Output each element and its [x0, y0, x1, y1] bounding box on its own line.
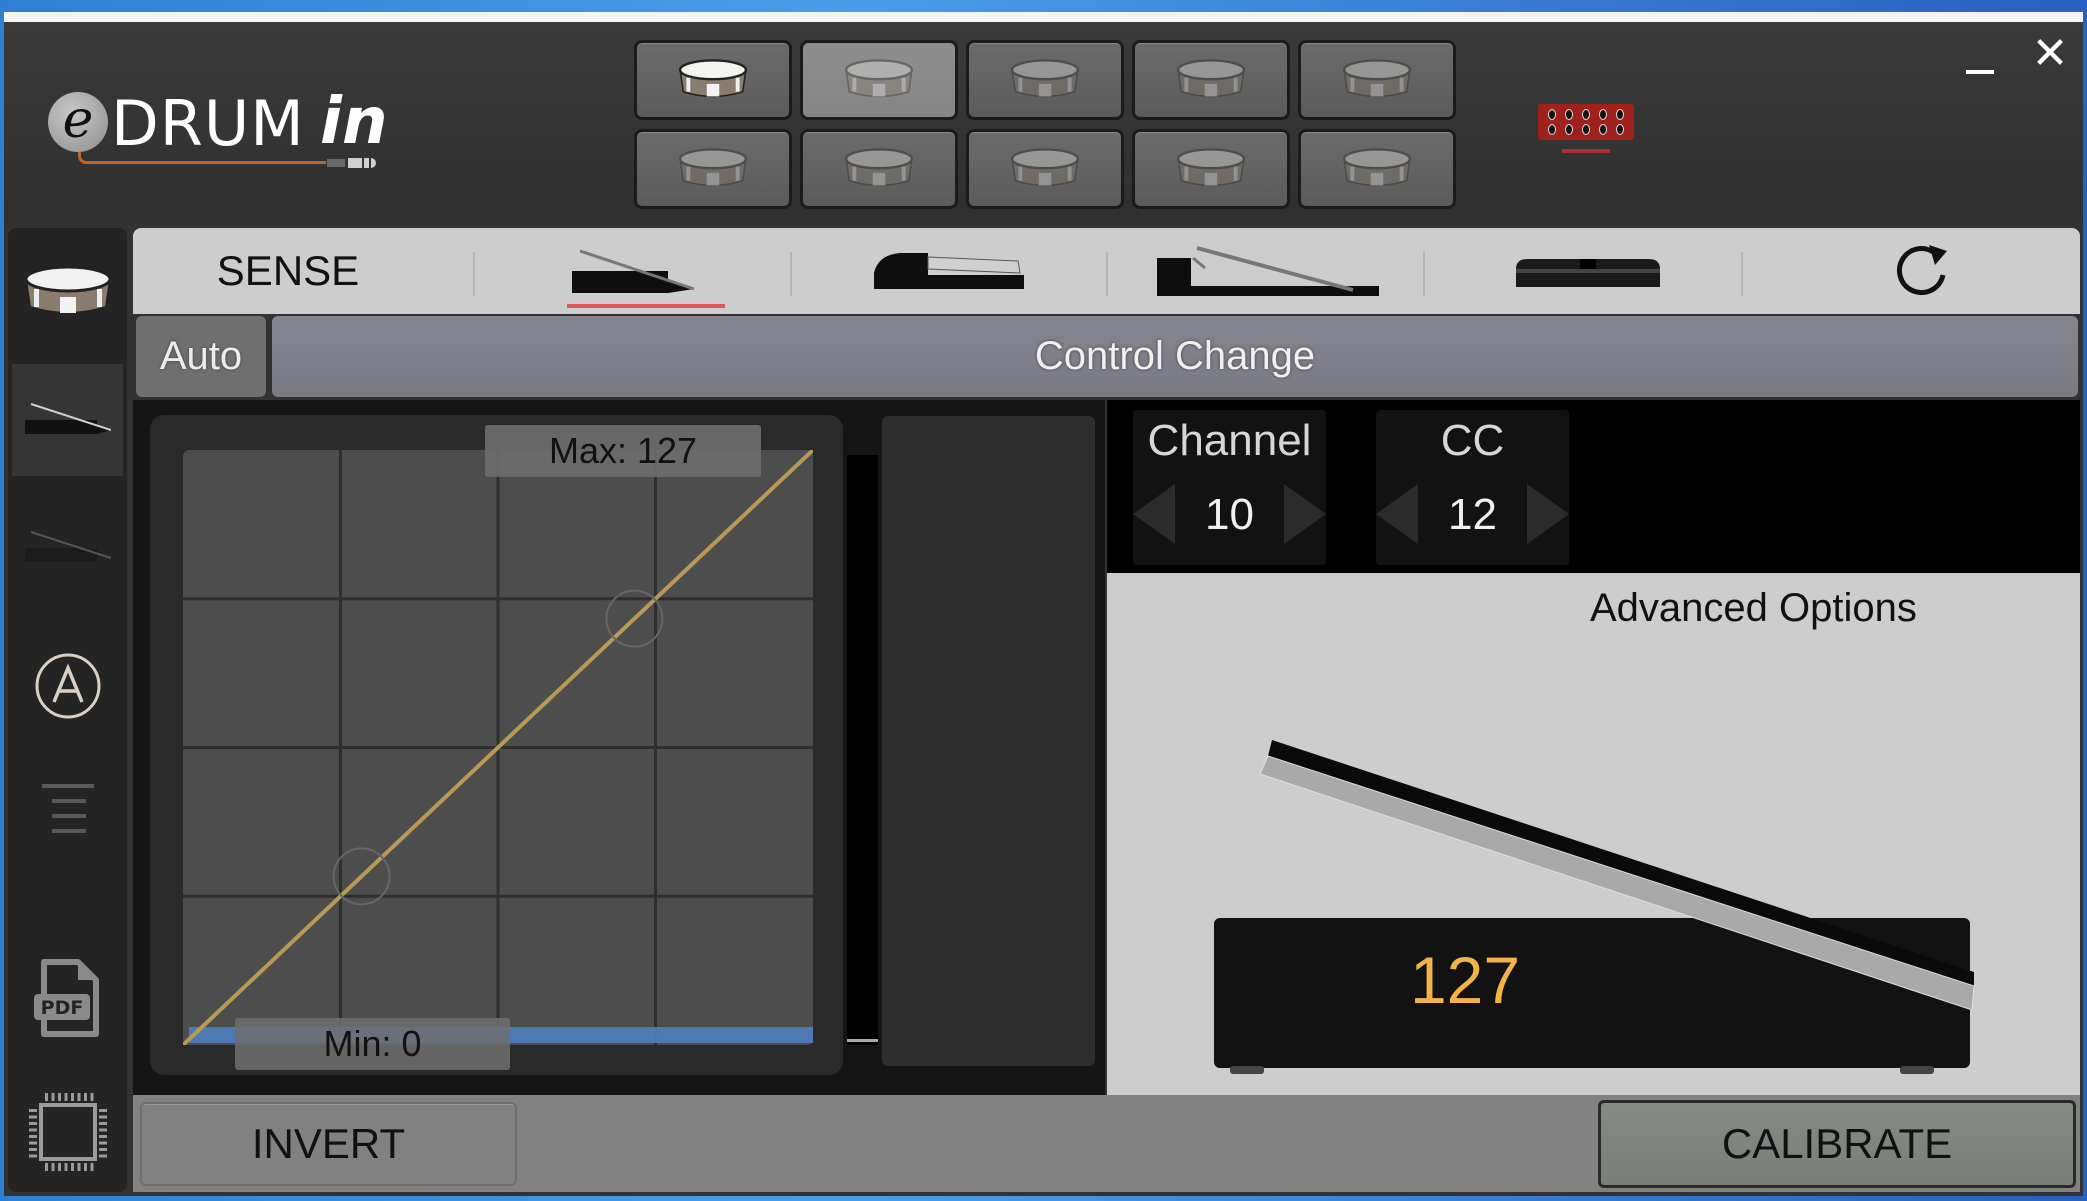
footswitch-icon [1516, 259, 1660, 287]
pedal-value-readout: 127 [1409, 943, 1521, 1017]
tab-expression-pedal[interactable] [483, 228, 783, 314]
auto-button[interactable]: Auto [136, 316, 266, 397]
snare-drum-icon [1342, 59, 1412, 98]
selected-tab-indicator [567, 304, 725, 308]
sidebar-item-pad[interactable] [12, 242, 123, 342]
pad-button-3[interactable] [966, 40, 1124, 120]
pad-selector-grid [632, 38, 1462, 214]
channel-stepper: Channel 10 [1133, 410, 1326, 565]
svg-text:PDF: PDF [40, 997, 83, 1019]
refresh-button[interactable] [1773, 228, 2073, 314]
sidebar-item-menu[interactable] [12, 776, 123, 842]
sidebar-item-pedal-2[interactable] [12, 492, 123, 604]
pad-button-9[interactable] [1132, 129, 1290, 209]
expression-pedal-icon [572, 249, 695, 293]
tab-divider [1423, 252, 1425, 296]
snare-drum-icon [24, 265, 111, 314]
input-level-meter [847, 455, 878, 1045]
sense-label: SENSE [216, 247, 360, 294]
sidebar: PDF [8, 228, 127, 1192]
logo-cable [78, 152, 326, 164]
tab-divider [473, 252, 475, 296]
hihat-controller-icon [1157, 246, 1379, 296]
sustain-pedal-icon [874, 253, 1024, 289]
expression-pedal-icon [24, 403, 111, 434]
snare-drum-icon [1176, 59, 1246, 98]
pad-button-8[interactable] [966, 129, 1124, 209]
cc-label: CC [1440, 416, 1505, 465]
close-button[interactable]: ✕ [2030, 32, 2070, 76]
tab-divider [1741, 252, 1743, 296]
logo-e-badge: e [48, 92, 108, 152]
expression-pedal-icon [24, 531, 111, 562]
snare-drum-icon [678, 59, 748, 98]
min-value-label[interactable]: Min: 0 [235, 1018, 510, 1070]
cc-stepper: CC 12 [1376, 410, 1569, 565]
pad-button-5[interactable] [1298, 40, 1456, 120]
edrumin-logo: e DRUM in [48, 85, 408, 172]
sidebar-item-pedal-1[interactable] [12, 364, 123, 476]
advanced-options-button[interactable]: Advanced Options [1590, 586, 1917, 631]
cc-increment-button[interactable] [1527, 484, 1569, 544]
max-value-label[interactable]: Max: 127 [485, 425, 761, 477]
pad-button-2[interactable] [800, 40, 958, 120]
response-curve-graph[interactable] [183, 450, 813, 1045]
invert-button[interactable]: INVERT [140, 1102, 517, 1186]
pedal-type-tabs: SENSE [133, 228, 2080, 314]
minimize-icon [1966, 70, 1994, 74]
tab-hihat-controller[interactable] [1113, 228, 1423, 314]
refresh-icon [1896, 245, 1947, 296]
channel-label: Channel [1147, 416, 1312, 465]
calibrate-button[interactable]: CALIBRATE [1598, 1100, 2076, 1188]
logo-in-text: in [320, 85, 388, 159]
pad-button-6[interactable] [634, 129, 792, 209]
tab-sustain-pedal[interactable] [798, 228, 1098, 314]
connector-selected-indicator [1562, 149, 1610, 153]
sidebar-item-auto[interactable] [12, 644, 123, 728]
minimize-button[interactable] [1962, 48, 1998, 78]
pad-button-1[interactable] [634, 40, 792, 120]
logo-drum-text: DRUM [111, 87, 305, 160]
snare-drum-icon [1176, 148, 1246, 187]
snare-drum-icon [1010, 59, 1080, 98]
channel-increment-button[interactable] [1284, 484, 1326, 544]
tab-footswitch[interactable] [1433, 228, 1743, 314]
tab-divider [1106, 252, 1108, 296]
snare-drum-icon [1010, 148, 1080, 187]
snare-drum-icon [844, 148, 914, 187]
sidebar-item-pdf[interactable]: PDF [12, 954, 123, 1044]
sidebar-item-firmware[interactable] [12, 1088, 123, 1176]
pad-button-10[interactable] [1298, 129, 1456, 209]
pedal-visualization [1214, 740, 1975, 1074]
list-icon [41, 784, 94, 833]
pad-button-7[interactable] [800, 129, 958, 209]
secondary-panel [882, 416, 1095, 1066]
connector-port-icon[interactable] [1538, 104, 1634, 140]
chip-icon [28, 1093, 107, 1171]
pad-button-4[interactable] [1132, 40, 1290, 120]
pdf-icon: PDF [33, 959, 99, 1037]
sense-button[interactable]: SENSE [133, 228, 443, 314]
message-type-selector[interactable]: Control Change [272, 316, 2078, 397]
circle-a-icon [35, 653, 100, 719]
tab-divider [790, 252, 792, 296]
jack-plug-icon [326, 158, 376, 168]
snare-drum-icon [1342, 148, 1412, 187]
snare-drum-icon [678, 148, 748, 187]
snare-drum-icon [844, 59, 914, 98]
meter-level-marker [847, 1039, 878, 1042]
